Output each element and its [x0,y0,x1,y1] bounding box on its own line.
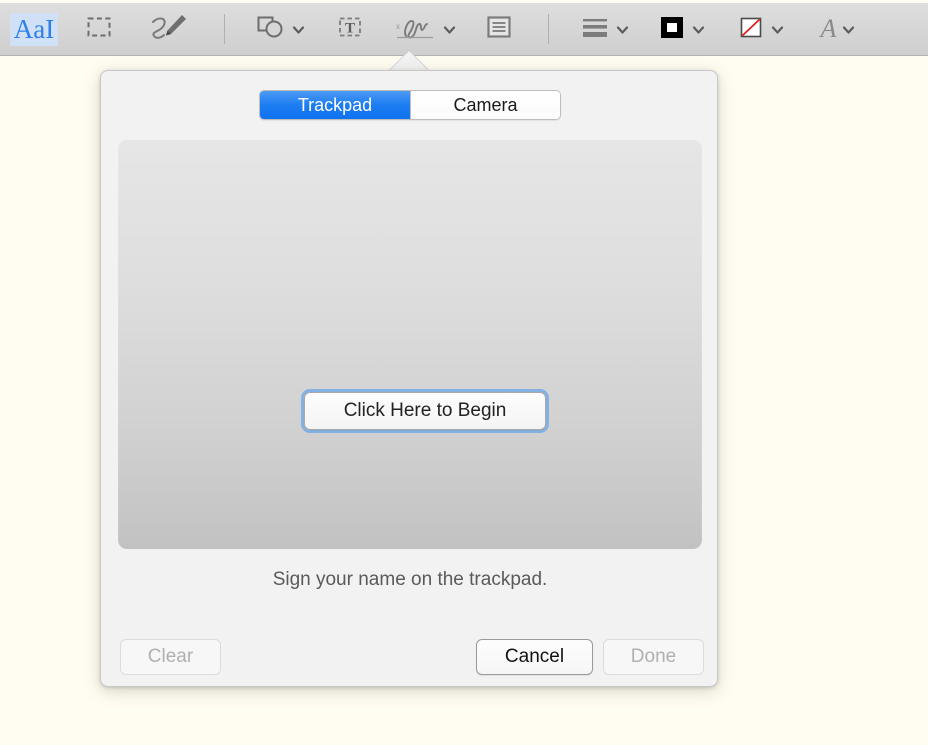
text-style-icon: A [821,16,837,42]
tab-camera-label: Camera [453,95,517,116]
note-icon [485,13,513,46]
signature-icon: x [393,12,437,47]
toolbar-separator-2 [530,7,566,51]
toolbar-item-border-color-tool[interactable] [642,7,720,51]
done-button[interactable]: Done [603,639,704,675]
markup-toolbar: AaI [0,3,928,56]
separator-icon [224,14,225,44]
signature-canvas[interactable]: Click Here to Begin [118,139,702,549]
svg-text:T: T [345,20,355,36]
toolbar-item-sketch-tool[interactable] [130,7,208,51]
clear-button-label: Clear [148,646,193,668]
chevron-down-icon[interactable] [616,23,629,36]
toolbar-item-signature-tool[interactable]: x [380,7,468,51]
sketch-pencil-icon [149,12,189,47]
separator-icon [548,14,549,44]
tab-camera[interactable]: Camera [410,91,560,119]
text-selection-icon: AaI [10,13,58,46]
toolbar-item-shapes-tool[interactable] [240,7,320,51]
cancel-button-label: Cancel [505,646,564,668]
toolbar-separator-1 [208,7,240,51]
toolbar-item-text-box-tool[interactable]: T [320,7,380,51]
click-here-to-begin-button[interactable]: Click Here to Begin [304,392,546,430]
signature-popover: Trackpad Camera Click Here to Begin Sign… [100,70,718,687]
toolbar-item-text-selection-tool[interactable]: AaI [0,7,68,51]
tab-trackpad-label: Trackpad [298,95,372,116]
popover-arrow [388,50,430,72]
screen: AaI [0,0,928,745]
chevron-down-icon[interactable] [771,23,784,36]
signature-source-tabs: Trackpad Camera [259,90,561,120]
toolbar-item-fill-color-tool[interactable] [720,7,800,51]
svg-text:x: x [396,22,400,31]
begin-button-label: Click Here to Begin [344,400,507,422]
shapes-icon [256,14,286,45]
tab-trackpad[interactable]: Trackpad [260,91,410,119]
signature-hint-text: Sign your name on the trackpad. [101,569,719,591]
toolbar-item-shape-style-tool[interactable] [566,7,642,51]
toolbar-item-rectangular-selection-tool[interactable] [68,7,130,51]
cancel-button[interactable]: Cancel [476,639,593,675]
toolbar-item-note-tool[interactable] [468,7,530,51]
clear-button[interactable]: Clear [120,639,221,675]
toolbar-item-text-style-tool[interactable]: A [800,7,876,51]
chevron-down-icon[interactable] [692,23,705,36]
chevron-down-icon[interactable] [292,23,305,36]
done-button-label: Done [631,646,676,668]
shape-style-icon [580,14,610,45]
chevron-down-icon[interactable] [443,23,456,36]
chevron-down-icon[interactable] [842,23,855,36]
fill-color-none-swatch-icon [737,13,765,46]
rectangular-selection-icon [86,14,112,45]
text-box-icon: T [335,14,365,45]
border-color-swatch-icon [658,13,686,46]
